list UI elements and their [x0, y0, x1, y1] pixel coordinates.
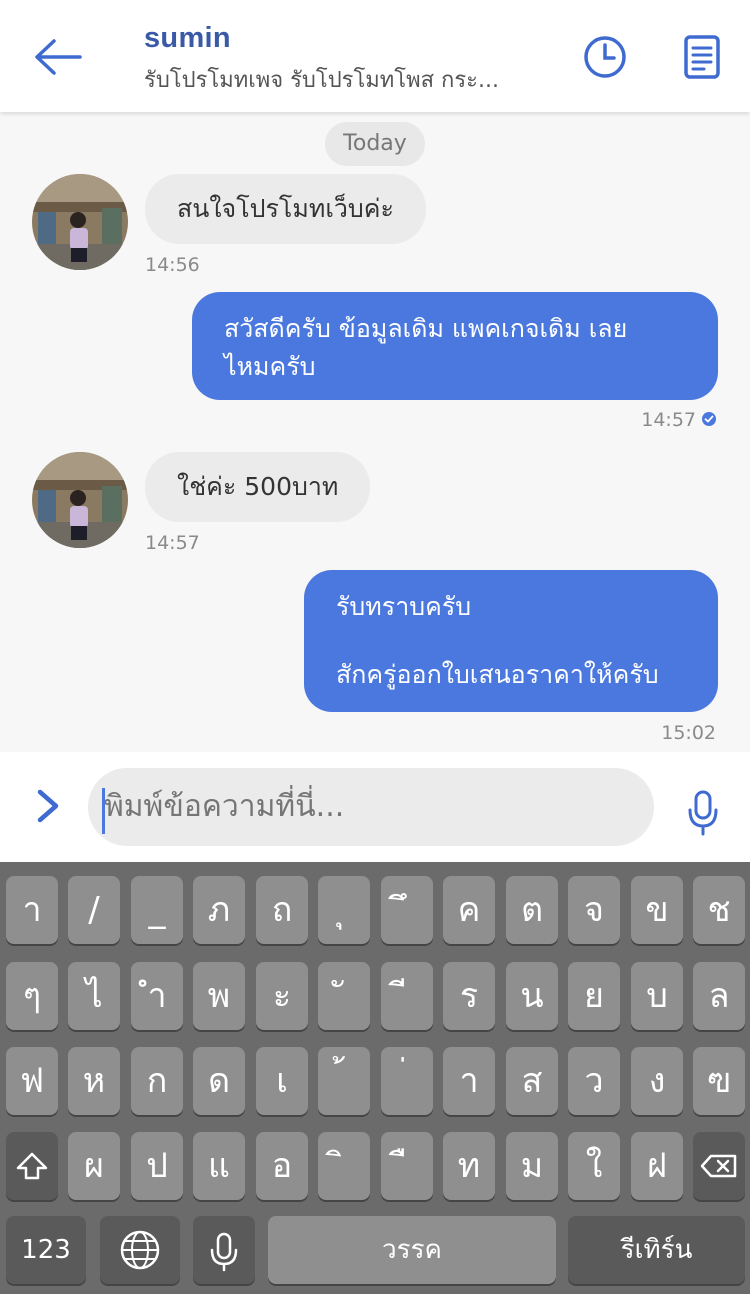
message-time: 14:57 — [145, 532, 200, 554]
notes-icon[interactable] — [680, 34, 726, 80]
key[interactable]: ด — [193, 1047, 245, 1115]
message-line: สักครู่ออกใบเสนอราคาให้ครับ — [336, 660, 659, 689]
dictation-key[interactable] — [193, 1216, 255, 1284]
microphone-icon — [210, 1232, 238, 1272]
key[interactable]: ล — [693, 962, 745, 1030]
key[interactable]: บ — [631, 962, 683, 1030]
shift-arrow-icon — [16, 1152, 48, 1180]
message-input[interactable] — [88, 768, 654, 846]
key[interactable]: ั — [318, 962, 370, 1030]
key[interactable]: ี — [381, 962, 433, 1030]
chevron-right-icon[interactable] — [34, 786, 64, 826]
key[interactable]: ไ — [68, 962, 120, 1030]
message-list[interactable]: Today สนใจโปรโมทเว็บค่ะ 14:56 สวัสดีครับ… — [0, 112, 750, 752]
outgoing-message-bubble[interactable]: รับทราบครับ สักครู่ออกใบเสนอราคาให้ครับ — [304, 570, 718, 712]
key[interactable]: ุ — [318, 876, 370, 944]
key[interactable]: น — [506, 962, 558, 1030]
key[interactable]: ื — [381, 1132, 433, 1200]
message-time-row: 14:57 — [600, 409, 716, 431]
chat-header: sumin รับโปรโมทเพจ รับโปรโมทโพส กระ... — [0, 0, 750, 112]
key[interactable]: า — [443, 1047, 495, 1115]
key[interactable]: ย — [568, 962, 620, 1030]
key[interactable]: า — [6, 876, 58, 944]
backspace-icon — [700, 1154, 737, 1178]
key[interactable]: ึ — [381, 876, 433, 944]
incoming-message-bubble[interactable]: ใช่ค่ะ 500บาท — [145, 452, 371, 522]
key[interactable]: / — [68, 876, 120, 944]
globe-key[interactable] — [100, 1216, 180, 1284]
shift-key[interactable] — [6, 1132, 58, 1200]
key[interactable]: จ — [568, 876, 620, 944]
key[interactable]: ค — [443, 876, 495, 944]
space-key[interactable]: วรรค — [268, 1216, 556, 1284]
read-check-icon — [702, 411, 716, 426]
key[interactable]: ท — [443, 1132, 495, 1200]
key[interactable]: ผ — [68, 1132, 120, 1200]
incoming-message-bubble[interactable]: สนใจโปรโมทเว็บค่ะ — [145, 174, 426, 244]
avatar[interactable] — [32, 174, 128, 270]
message-line: รับทราบครับ — [336, 592, 472, 621]
key[interactable]: ป — [131, 1132, 183, 1200]
key[interactable]: ถ — [256, 876, 308, 944]
key[interactable]: ส — [506, 1047, 558, 1115]
contact-name[interactable]: sumin — [144, 22, 231, 55]
key[interactable]: ฝ — [631, 1132, 683, 1200]
contact-subtitle: รับโปรโมทเพจ รับโปรโมทโพส กระ... — [144, 68, 499, 93]
message-time: 14:57 — [641, 409, 696, 431]
key[interactable]: ฟ — [6, 1047, 58, 1115]
key[interactable]: ข — [631, 876, 683, 944]
keyboard: า / _ ภ ถ ุ ึ ค ต จ ข ช ๆ ไ ำ พ ะ ั ี ร … — [0, 862, 750, 1294]
key[interactable]: พ — [193, 962, 245, 1030]
message-time: 14:56 — [145, 254, 200, 276]
backspace-key[interactable] — [693, 1132, 745, 1200]
date-chip: Today — [325, 122, 425, 166]
message-line: ไหมครับ — [224, 352, 316, 381]
numbers-key[interactable]: 123 — [6, 1216, 86, 1284]
avatar[interactable] — [32, 452, 128, 548]
key[interactable]: ใ — [568, 1132, 620, 1200]
return-key[interactable]: รีเทิร์น — [568, 1216, 745, 1284]
key[interactable]: ะ — [256, 962, 308, 1030]
key[interactable]: ก — [131, 1047, 183, 1115]
key[interactable]: ภ — [193, 876, 245, 944]
message-line: สวัสดีครับ ข้อมูลเดิม แพคเกจเดิม เลย — [224, 314, 628, 343]
text-caret — [102, 788, 105, 834]
message-line — [336, 626, 686, 656]
globe-icon — [120, 1230, 160, 1270]
key[interactable]: ง — [631, 1047, 683, 1115]
key[interactable]: _ — [131, 876, 183, 944]
microphone-icon[interactable] — [686, 790, 720, 836]
composer-bar — [0, 752, 750, 862]
key[interactable]: ม — [506, 1132, 558, 1200]
key[interactable]: ้ — [318, 1047, 370, 1115]
back-arrow-icon[interactable] — [30, 36, 84, 78]
key[interactable]: แ — [193, 1132, 245, 1200]
outgoing-message-bubble[interactable]: สวัสดีครับ ข้อมูลเดิม แพคเกจเดิม เลย ไหม… — [192, 292, 718, 400]
key[interactable]: ่ — [381, 1047, 433, 1115]
key[interactable]: ห — [68, 1047, 120, 1115]
key[interactable]: ำ — [131, 962, 183, 1030]
key[interactable]: ๆ — [6, 962, 58, 1030]
key[interactable]: เ — [256, 1047, 308, 1115]
key[interactable]: ต — [506, 876, 558, 944]
key[interactable]: ิ — [318, 1132, 370, 1200]
key[interactable]: ร — [443, 962, 495, 1030]
key[interactable]: ว — [568, 1047, 620, 1115]
key[interactable]: อ — [256, 1132, 308, 1200]
key[interactable]: ฃ — [693, 1047, 745, 1115]
message-time: 15:02 — [661, 722, 716, 744]
key[interactable]: ช — [693, 876, 745, 944]
clock-icon[interactable] — [582, 34, 628, 80]
